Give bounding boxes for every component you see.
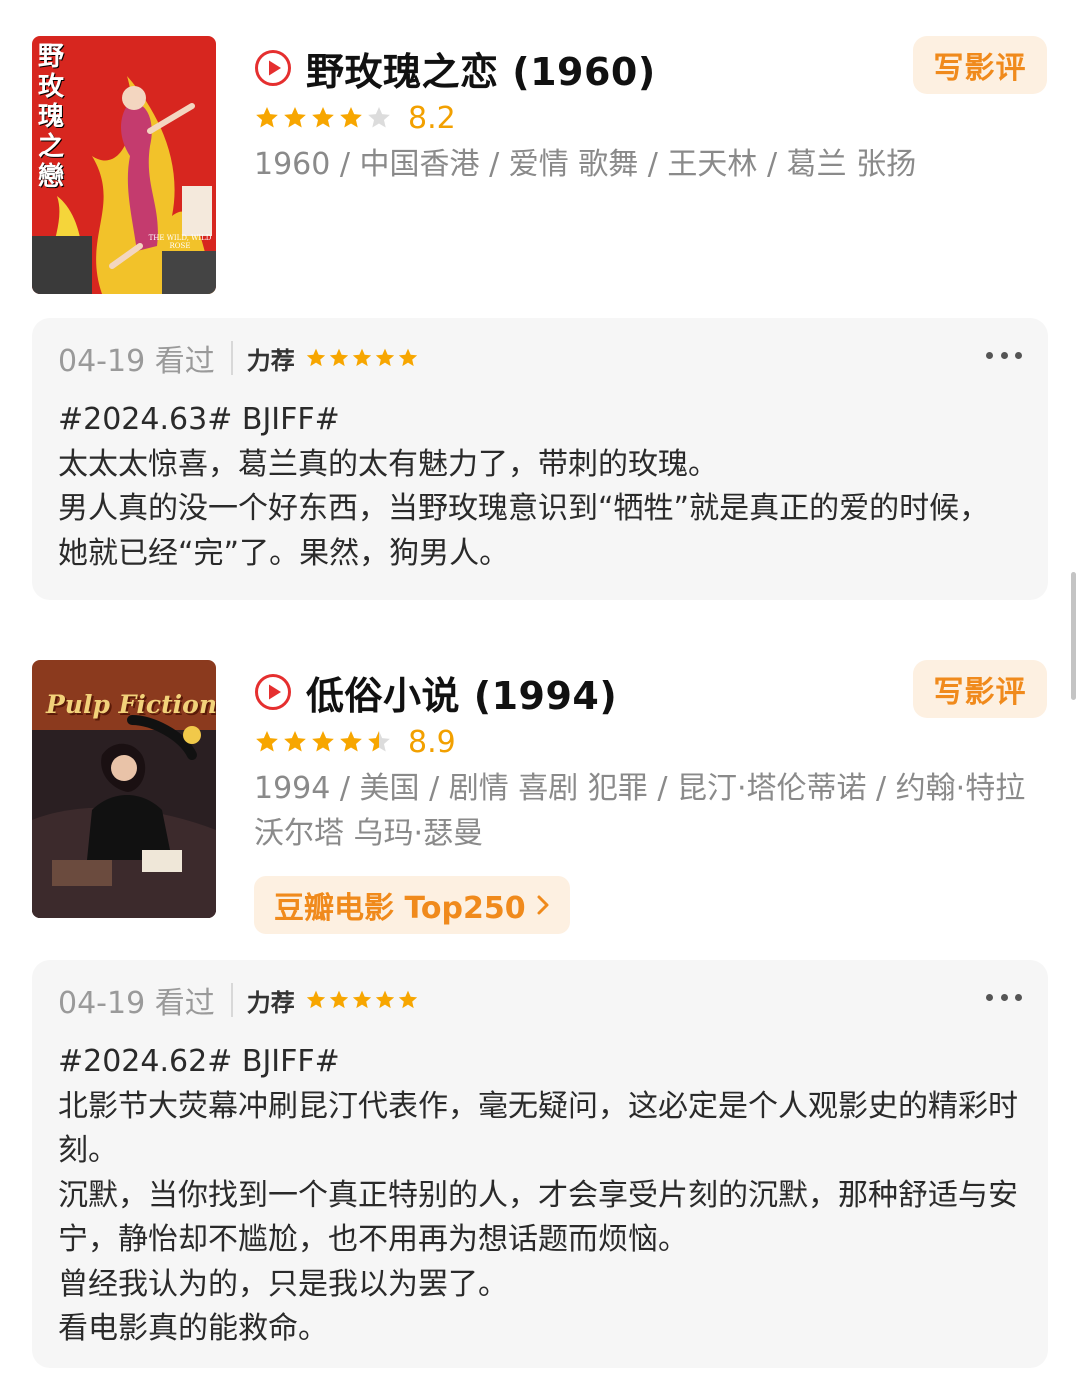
play-circle-icon[interactable] <box>254 673 292 711</box>
review-text: #2024.62# BJIFF# 北影节大荧幕冲刷昆汀代表作，毫无疑问，这必定是… <box>58 1040 1018 1352</box>
movie-poster[interactable]: Pulp Fiction <box>32 660 216 918</box>
recommend-label: 力荐 <box>246 988 295 1017</box>
scrollbar[interactable] <box>1071 572 1076 700</box>
rating-score: 8.2 <box>408 100 456 136</box>
star-filled-icon <box>375 348 394 367</box>
star-empty-icon <box>368 106 390 128</box>
star-filled-icon <box>398 990 417 1009</box>
star-filled-icon <box>306 990 325 1009</box>
review-line: 男人真的没一个好东西，当野玫瑰意识到“牺牲”就是真正的爱的时候，她就已经“完”了… <box>58 491 990 571</box>
review-text: #2024.63# BJIFF# 太太太惊喜，葛兰真的太有魅力了，带刺的玫瑰。 … <box>58 398 1018 576</box>
movie-title-row: 低俗小说 (1994) <box>254 664 617 720</box>
movie-title[interactable]: 野玫瑰之恋 (1960) <box>306 41 656 96</box>
star-rating <box>254 729 394 755</box>
star-half-icon <box>368 730 390 752</box>
movie-entry: Pulp Fiction 低俗小说 (1994) 8.9 1994 / 美国 /… <box>0 660 1080 940</box>
star-rating <box>254 105 394 131</box>
user-star-rating <box>305 989 420 1011</box>
star-filled-icon <box>256 730 278 752</box>
star-filled-icon <box>398 348 417 367</box>
rating-score: 8.9 <box>408 724 456 760</box>
top250-badge-label: 豆瓣电影 Top250 <box>274 891 526 926</box>
star-filled-icon <box>284 106 306 128</box>
star-filled-icon <box>352 348 371 367</box>
review-card: 04-19 看过 力荐 #2024.62# BJIFF# 北影节大荧幕冲刷昆汀代… <box>32 960 1048 1368</box>
star-filled-icon <box>329 348 348 367</box>
chevron-right-icon <box>537 895 549 915</box>
rating-row: 8.2 <box>254 96 456 140</box>
divider <box>230 341 233 375</box>
review-line: #2024.63# BJIFF# <box>58 402 340 437</box>
review-line: 曾经我认为的，只是我以为罢了。 <box>58 1266 508 1302</box>
poster-title-text: Pulp Fiction <box>46 690 216 719</box>
divider <box>230 983 233 1017</box>
more-options-icon[interactable] <box>986 990 1022 1004</box>
movie-meta: 1994 / 美国 / 剧情 喜剧 犯罪 / 昆汀·塔伦蒂诺 / 约翰·特拉沃尔… <box>254 771 1026 851</box>
star-filled-icon <box>312 730 334 752</box>
watched-date: 04-19 看过 <box>58 344 215 379</box>
movie-title[interactable]: 低俗小说 (1994) <box>306 665 617 720</box>
review-line: 北影节大荧幕冲刷昆汀代表作，毫无疑问，这必定是个人观影史的精彩时刻。 <box>58 1088 1018 1169</box>
poster-title-text: 野玫瑰之戀 <box>38 42 65 192</box>
movie-title-row: 野玫瑰之恋 (1960) <box>254 40 656 96</box>
movie-meta: 1960 / 中国香港 / 爱情 歌舞 / 王天林 / 葛兰 张扬 <box>254 147 917 182</box>
user-star-rating <box>305 347 420 369</box>
review-header: 04-19 看过 力荐 <box>58 978 420 1022</box>
review-line: 看电影真的能救命。 <box>58 1311 328 1346</box>
star-filled-icon <box>256 106 278 128</box>
write-review-button[interactable]: 写影评 <box>913 36 1047 94</box>
star-filled-icon <box>352 990 371 1009</box>
top250-badge[interactable]: 豆瓣电影 Top250 <box>254 876 570 934</box>
movie-entry: 野玫瑰之戀 THE WILD, WILD ROSE 野玫瑰之恋 (1960) 8… <box>0 36 1080 298</box>
star-filled-icon <box>284 730 306 752</box>
star-filled-icon <box>329 990 348 1009</box>
review-line: 太太太惊喜，葛兰真的太有魅力了，带刺的玫瑰。 <box>58 446 718 482</box>
review-header: 04-19 看过 力荐 <box>58 336 420 380</box>
poster-english-title: THE WILD, WILD ROSE <box>148 234 212 250</box>
movie-poster[interactable]: 野玫瑰之戀 THE WILD, WILD ROSE <box>32 36 216 294</box>
star-filled-icon <box>340 730 362 752</box>
write-review-button[interactable]: 写影评 <box>913 660 1047 718</box>
review-line: 沉默，当你找到一个真正特别的人，才会享受片刻的沉默，那种舒适与安宁，静怡却不尴尬… <box>58 1177 1018 1258</box>
recommend-label: 力荐 <box>246 346 295 375</box>
star-filled-icon <box>306 348 325 367</box>
star-filled-icon <box>375 990 394 1009</box>
rating-row: 8.9 <box>254 720 456 764</box>
watched-date: 04-19 看过 <box>58 986 215 1021</box>
more-options-icon[interactable] <box>986 348 1022 362</box>
review-line: #2024.62# BJIFF# <box>58 1044 340 1079</box>
star-filled-icon <box>312 106 334 128</box>
review-card: 04-19 看过 力荐 #2024.63# BJIFF# 太太太惊喜，葛兰真的太… <box>32 318 1048 600</box>
star-filled-icon <box>340 106 362 128</box>
play-circle-icon[interactable] <box>254 49 292 87</box>
